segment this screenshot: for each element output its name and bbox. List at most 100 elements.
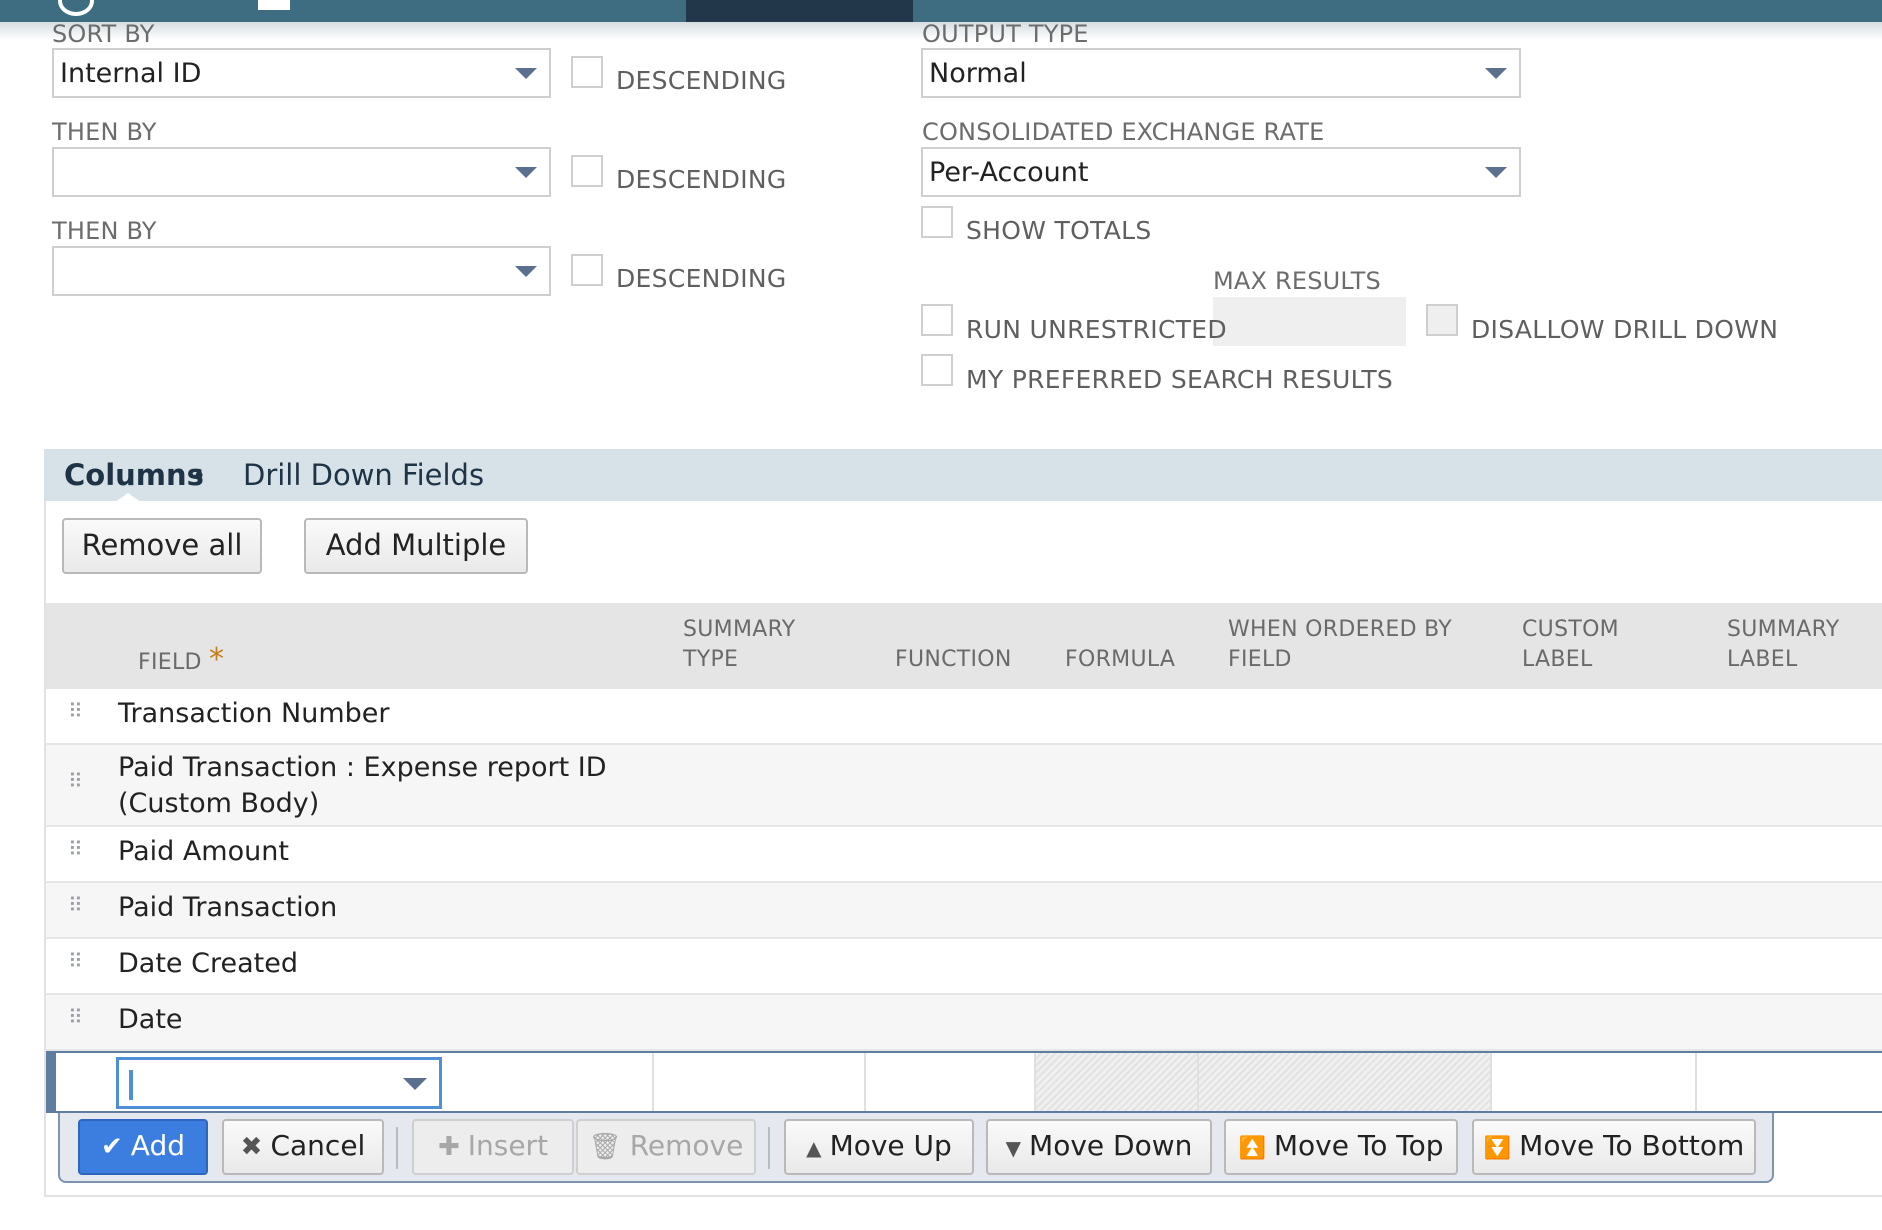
table-row[interactable]: ⠿ Paid Transaction : Expense report ID (…	[46, 745, 1882, 827]
preferred-results-label: MY PREFERRED SEARCH RESULTS	[966, 365, 1394, 394]
then-by-select-1[interactable]	[52, 147, 551, 197]
header-field[interactable]: FIELD *	[138, 645, 224, 678]
table-row[interactable]: ⠿ Transaction Number	[46, 689, 1882, 745]
remove-button[interactable]: 🗑 Remove	[576, 1119, 756, 1175]
disallow-drill-down-label: DISALLOW DRILL DOWN	[1471, 315, 1779, 344]
move-to-bottom-button[interactable]: ⏬ Move To Bottom	[1472, 1119, 1756, 1175]
table-row[interactable]: ⠿ Paid Amount	[46, 827, 1882, 883]
row-field: Date Created	[118, 948, 298, 979]
panel-bottom-border	[44, 1195, 1882, 1197]
drag-handle-icon[interactable]: ⠿	[68, 771, 83, 791]
chevron-down-icon	[403, 1078, 427, 1090]
header-summary-label-line1: SUMMARY	[1727, 617, 1840, 642]
remove-all-button[interactable]: Remove all	[62, 518, 262, 574]
add-button[interactable]: ✔ Add	[78, 1119, 208, 1175]
then-by-label: THEN BY	[52, 118, 157, 146]
plus-icon: ✚	[437, 1132, 460, 1162]
header-when-ordered-by-field[interactable]: WHEN ORDERED BY FIELD	[1228, 615, 1452, 675]
exchange-rate-label: CONSOLIDATED EXCHANGE RATE	[922, 118, 1325, 146]
max-results-label: MAX RESULTS	[1213, 267, 1381, 295]
drag-handle-icon[interactable]: ⠿	[68, 951, 83, 971]
insert-button-label: Insert	[467, 1129, 549, 1162]
then-by-descending-checkbox-2[interactable]	[571, 254, 603, 286]
add-multiple-button[interactable]: Add Multiple	[304, 518, 528, 574]
move-to-top-button[interactable]: ⏫ Move To Top	[1224, 1119, 1458, 1175]
header-when-ordered-line1: WHEN ORDERED BY	[1228, 617, 1453, 642]
top-nav-bar	[0, 0, 1882, 40]
header-function[interactable]: FUNCTION	[895, 645, 1012, 675]
tab-modified-dot: •	[192, 462, 207, 490]
descending-label: DESCENDING	[616, 66, 787, 95]
move-down-button-label: Move Down	[1029, 1129, 1193, 1162]
chevron-down-icon	[1485, 167, 1507, 178]
preferred-results-checkbox[interactable]	[921, 354, 953, 386]
edit-row	[46, 1051, 1882, 1113]
header-formula[interactable]: FORMULA	[1065, 645, 1175, 675]
descending-label: DESCENDING	[616, 264, 787, 293]
new-field-select[interactable]	[116, 1057, 442, 1109]
header-when-ordered-line2: FIELD	[1228, 647, 1292, 672]
chevron-down-icon	[1485, 68, 1507, 79]
row-field: Paid Amount	[118, 836, 289, 867]
insert-button[interactable]: ✚ Insert	[412, 1119, 574, 1175]
then-by-descending-checkbox-1[interactable]	[571, 155, 603, 187]
arrow-down-icon: ▼	[1005, 1136, 1022, 1160]
table-row[interactable]: ⠿ Paid Transaction	[46, 883, 1882, 939]
nav-icon[interactable]	[258, 0, 290, 10]
exchange-rate-select[interactable]: Per-Account	[921, 147, 1521, 197]
header-custom-label[interactable]: CUSTOM LABEL	[1522, 615, 1619, 675]
separator	[396, 1127, 398, 1169]
sort-by-value: Internal ID	[60, 58, 202, 89]
cancel-button-label: Cancel	[270, 1129, 366, 1162]
tab-columns[interactable]: Columns	[64, 458, 204, 492]
exchange-rate-value: Per-Account	[929, 157, 1089, 188]
row-field-line2: (Custom Body)	[118, 788, 320, 819]
output-type-value: Normal	[929, 58, 1027, 89]
header-summary-label[interactable]: SUMMARY LABEL	[1727, 615, 1840, 675]
cancel-button[interactable]: ✖ Cancel	[222, 1119, 384, 1175]
row-field-line1: Paid Transaction : Expense report ID	[118, 752, 607, 783]
max-results-input[interactable]	[1213, 297, 1406, 346]
table-row[interactable]: ⠿ Date	[46, 995, 1882, 1051]
nav-active-section[interactable]	[686, 0, 913, 22]
then-by-select-2[interactable]	[52, 246, 551, 296]
sort-by-select[interactable]: Internal ID	[52, 48, 551, 98]
logo-icon	[58, 0, 94, 16]
header-custom-label-line1: CUSTOM	[1522, 617, 1619, 642]
drag-handle-icon[interactable]: ⠿	[68, 839, 83, 859]
output-type-select[interactable]: Normal	[921, 48, 1521, 98]
run-unrestricted-label: RUN UNRESTRICTED	[966, 315, 1227, 344]
drag-handle-icon[interactable]: ⠿	[68, 701, 83, 721]
run-unrestricted-checkbox[interactable]	[921, 304, 953, 336]
move-down-button[interactable]: ▼ Move Down	[986, 1119, 1212, 1175]
drag-handle-icon[interactable]: ⠿	[68, 895, 83, 915]
x-icon: ✖	[240, 1132, 263, 1162]
formula-cell	[1034, 1053, 1197, 1111]
move-up-button[interactable]: ▲ Move Up	[784, 1119, 974, 1175]
separator	[768, 1127, 770, 1169]
add-button-label: Add	[130, 1129, 185, 1162]
edit-row-indicator	[46, 1053, 56, 1111]
sort-by-descending-checkbox[interactable]	[571, 56, 603, 88]
summary-label-cell[interactable]	[1695, 1053, 1882, 1111]
summary-type-cell[interactable]	[652, 1053, 864, 1111]
function-cell[interactable]	[864, 1053, 1034, 1111]
header-custom-label-line2: LABEL	[1522, 647, 1593, 672]
header-summary-type-line2: TYPE	[683, 647, 739, 672]
row-field: Paid Transaction : Expense report ID (Cu…	[118, 750, 607, 822]
disallow-drill-down-checkbox[interactable]	[1426, 304, 1458, 336]
tab-drill-down-fields[interactable]: Drill Down Fields	[243, 458, 484, 492]
header-summary-type[interactable]: SUMMARY TYPE	[683, 615, 796, 675]
show-totals-checkbox[interactable]	[921, 206, 953, 238]
chevron-down-icon	[515, 68, 537, 79]
remove-button-label: Remove	[629, 1129, 744, 1162]
row-field: Date	[118, 1004, 183, 1035]
check-icon: ✔	[100, 1132, 123, 1162]
drag-handle-icon[interactable]: ⠿	[68, 1007, 83, 1027]
then-by-label: THEN BY	[52, 217, 157, 245]
custom-label-cell[interactable]	[1490, 1053, 1695, 1111]
header-summary-label-line2: LABEL	[1727, 647, 1798, 672]
header-summary-type-line1: SUMMARY	[683, 617, 796, 642]
table-row[interactable]: ⠿ Date Created	[46, 939, 1882, 995]
arrow-up-icon: ▲	[806, 1136, 822, 1160]
